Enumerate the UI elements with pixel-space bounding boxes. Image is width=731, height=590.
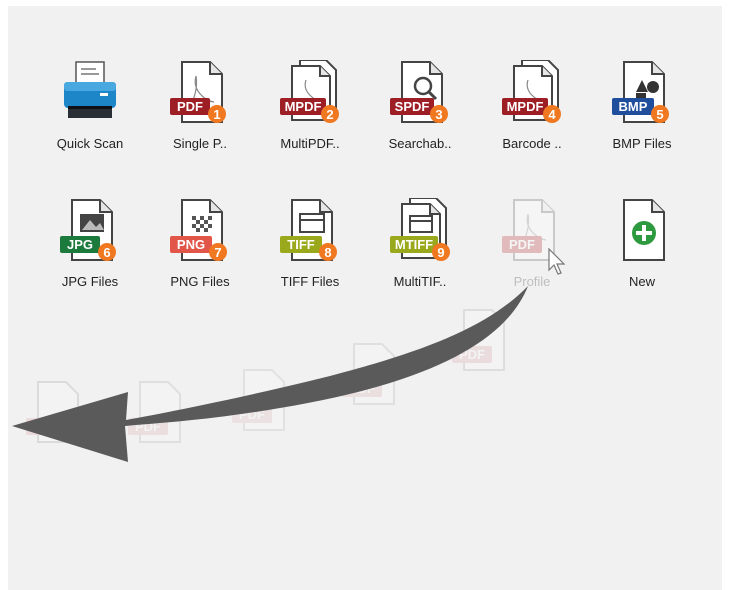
drag-direction-arrow [12, 286, 528, 462]
